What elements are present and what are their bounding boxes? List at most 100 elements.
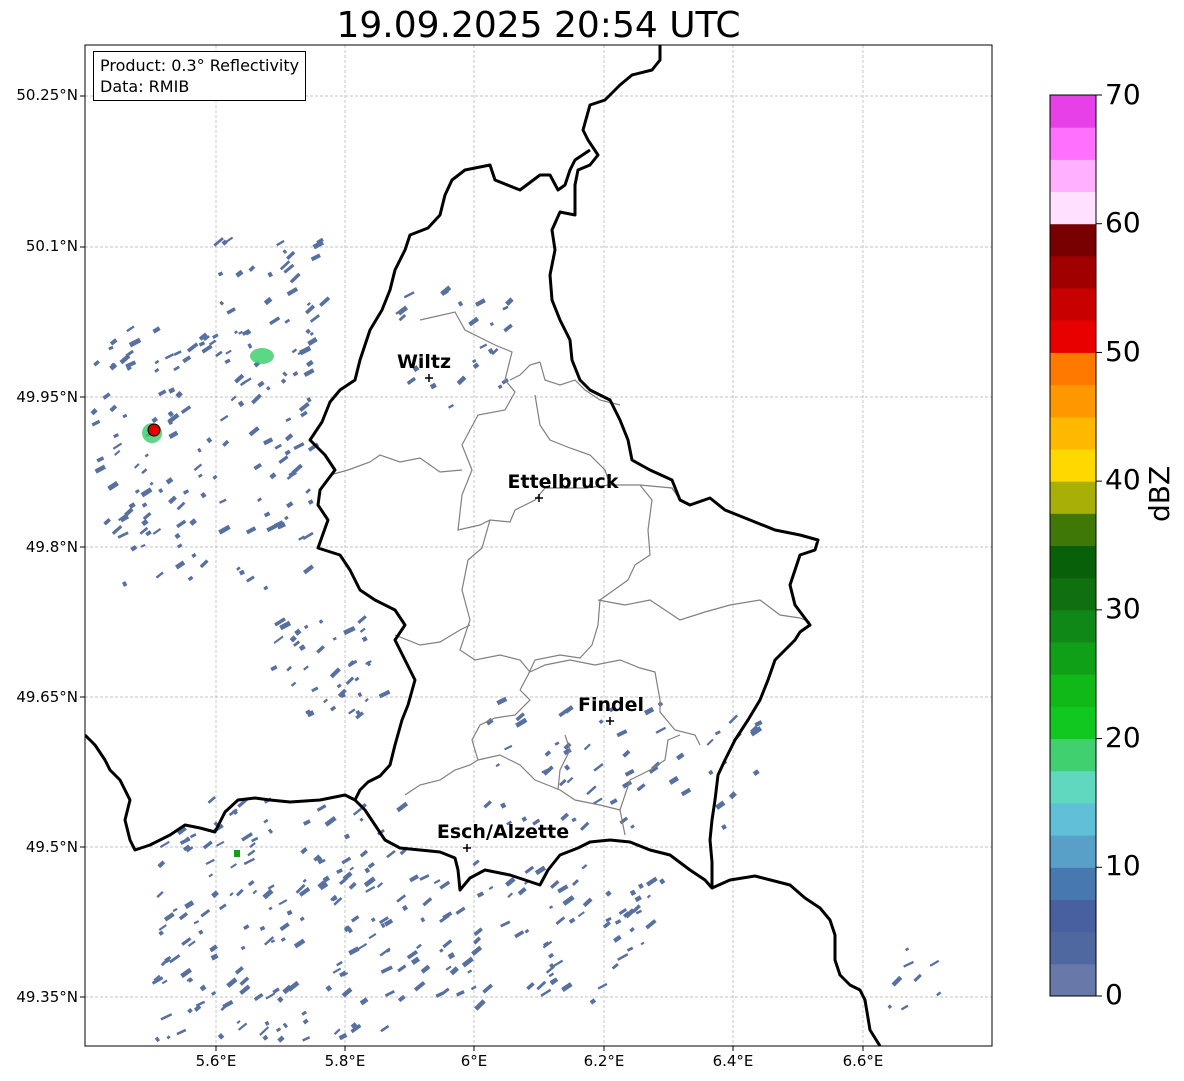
radar-echo-cell bbox=[500, 802, 507, 809]
radar-echo-cell bbox=[278, 455, 289, 464]
radar-echo-cell bbox=[262, 888, 274, 900]
radar-echo-cell bbox=[257, 497, 262, 502]
radar-echo-cell bbox=[145, 530, 152, 537]
radar-echo-cell bbox=[495, 763, 501, 768]
radar-echo-cell bbox=[108, 345, 114, 351]
radar-echo-cell bbox=[263, 585, 269, 591]
radar-echo-cell bbox=[386, 850, 396, 859]
radar-echo-cell bbox=[154, 359, 160, 365]
radar-echo-cell bbox=[597, 982, 608, 990]
radar-echo-cell bbox=[659, 878, 666, 885]
radar-echo-cell bbox=[333, 1028, 341, 1036]
radar-echo-cell bbox=[222, 999, 234, 1009]
radar-echo-cell bbox=[330, 705, 337, 712]
radar-echo-cell bbox=[293, 938, 306, 949]
lon-label: 5.8°E bbox=[324, 1052, 366, 1070]
radar-echo-cell bbox=[504, 744, 513, 751]
radar-echo-cell bbox=[605, 890, 612, 897]
radar-echo-cell bbox=[111, 525, 123, 535]
radar-echo-cell bbox=[398, 314, 407, 322]
radar-echo-cell bbox=[180, 967, 192, 979]
radar-echo-cell bbox=[270, 664, 278, 672]
radar-echo-cell bbox=[273, 635, 284, 644]
radar-echo-cell bbox=[517, 887, 527, 896]
radar-map[interactable]: Wiltz Ettelbruck Findel Esch/Alzette bbox=[0, 0, 1184, 1081]
radar-echo-cell bbox=[448, 404, 455, 409]
radar-echo-cell bbox=[246, 575, 255, 583]
radar-echo-cell bbox=[286, 287, 299, 297]
radar-echo-cell bbox=[219, 414, 229, 422]
radar-echo-cell bbox=[583, 743, 591, 751]
radar-echo-cell bbox=[598, 719, 604, 725]
radar-echo-cell bbox=[442, 939, 453, 949]
radar-echo-cell bbox=[91, 419, 101, 427]
radar-echo-cell bbox=[141, 502, 148, 508]
radar-echo-cell bbox=[199, 559, 209, 569]
radar-echo-cell bbox=[218, 903, 227, 911]
data-source-text: Data: RMIB bbox=[100, 77, 190, 96]
radar-echo-cell bbox=[128, 502, 136, 509]
radar-echo-cell bbox=[580, 821, 590, 831]
radar-echo-cell bbox=[322, 698, 329, 704]
radar-echo-cell bbox=[247, 343, 253, 349]
radar-echo-cell bbox=[474, 298, 486, 307]
radar-echo-cell bbox=[264, 1020, 270, 1026]
radar-echo-cell bbox=[298, 402, 310, 413]
radar-echo-cell bbox=[376, 882, 384, 889]
colorbar-segment bbox=[1050, 770, 1096, 804]
radar-echo-cell bbox=[219, 300, 225, 306]
radar-echo-cell bbox=[263, 818, 269, 824]
radar-echo-cell bbox=[274, 443, 282, 450]
radar-echo-cell bbox=[302, 1018, 309, 1025]
radar-echo-cell bbox=[266, 523, 278, 533]
radar-echo-cell bbox=[929, 959, 940, 967]
radar-echo-cell bbox=[176, 501, 186, 511]
radar-echo-cell bbox=[152, 527, 162, 535]
radar-echo-cell bbox=[566, 776, 574, 784]
radar-echo-cell bbox=[234, 373, 245, 384]
radar-echo-cell bbox=[540, 988, 552, 997]
city-label-ettelbruck: Ettelbruck bbox=[508, 471, 619, 493]
radar-echo-cell bbox=[275, 1027, 282, 1033]
colorbar-tick-label: 70 bbox=[1105, 78, 1141, 111]
radar-echo-cell bbox=[728, 791, 737, 800]
radar-echo-cell bbox=[272, 987, 280, 994]
radar-echo-cell bbox=[332, 636, 337, 641]
radar-echo-cell bbox=[900, 1004, 909, 1011]
radar-echo-cell bbox=[410, 956, 421, 966]
radar-echo-cell bbox=[504, 876, 516, 887]
radar-echo-cell bbox=[289, 635, 297, 643]
radar-echo-cell bbox=[165, 477, 174, 485]
radar-echo-cell bbox=[341, 987, 353, 998]
radar-echo-cell bbox=[581, 864, 588, 870]
city-label-esch-alzette: Esch/Alzette bbox=[437, 821, 569, 843]
radar-echo-cell bbox=[303, 624, 309, 630]
colorbar-tick-label: 40 bbox=[1105, 463, 1141, 496]
radar-echo-cell bbox=[114, 449, 121, 456]
radar-echo-cell bbox=[180, 405, 192, 414]
radar-echo-cell bbox=[325, 984, 333, 992]
lon-label: 6.2°E bbox=[583, 1052, 625, 1070]
radar-echo-cell bbox=[468, 316, 480, 327]
radar-echo-cell bbox=[158, 924, 167, 931]
radar-echo-cell bbox=[173, 350, 182, 356]
radar-echo-cell bbox=[168, 495, 177, 505]
radar-echo-cell bbox=[212, 333, 219, 340]
radar-echo-cell bbox=[212, 474, 218, 480]
radar-echo-cell bbox=[352, 807, 362, 816]
radar-echo-cell bbox=[309, 331, 314, 336]
city-label-wiltz: Wiltz bbox=[397, 351, 451, 373]
radar-echo-cell bbox=[359, 817, 364, 822]
radar-echo-cell bbox=[384, 989, 395, 997]
radar-echo-cell bbox=[253, 462, 263, 471]
radar-echo-cell bbox=[397, 964, 407, 973]
radar-echo-cell bbox=[397, 994, 406, 1003]
colorbar-segment bbox=[1050, 159, 1096, 193]
radar-echo-cell bbox=[280, 378, 287, 384]
radar-echo-cell bbox=[638, 883, 644, 890]
radar-echo-cell bbox=[488, 885, 494, 890]
radar-echo-cell bbox=[548, 952, 555, 959]
radar-echo-cell bbox=[286, 501, 294, 509]
radar-echo-cell bbox=[193, 463, 203, 472]
radar-echo-cell bbox=[752, 769, 760, 777]
